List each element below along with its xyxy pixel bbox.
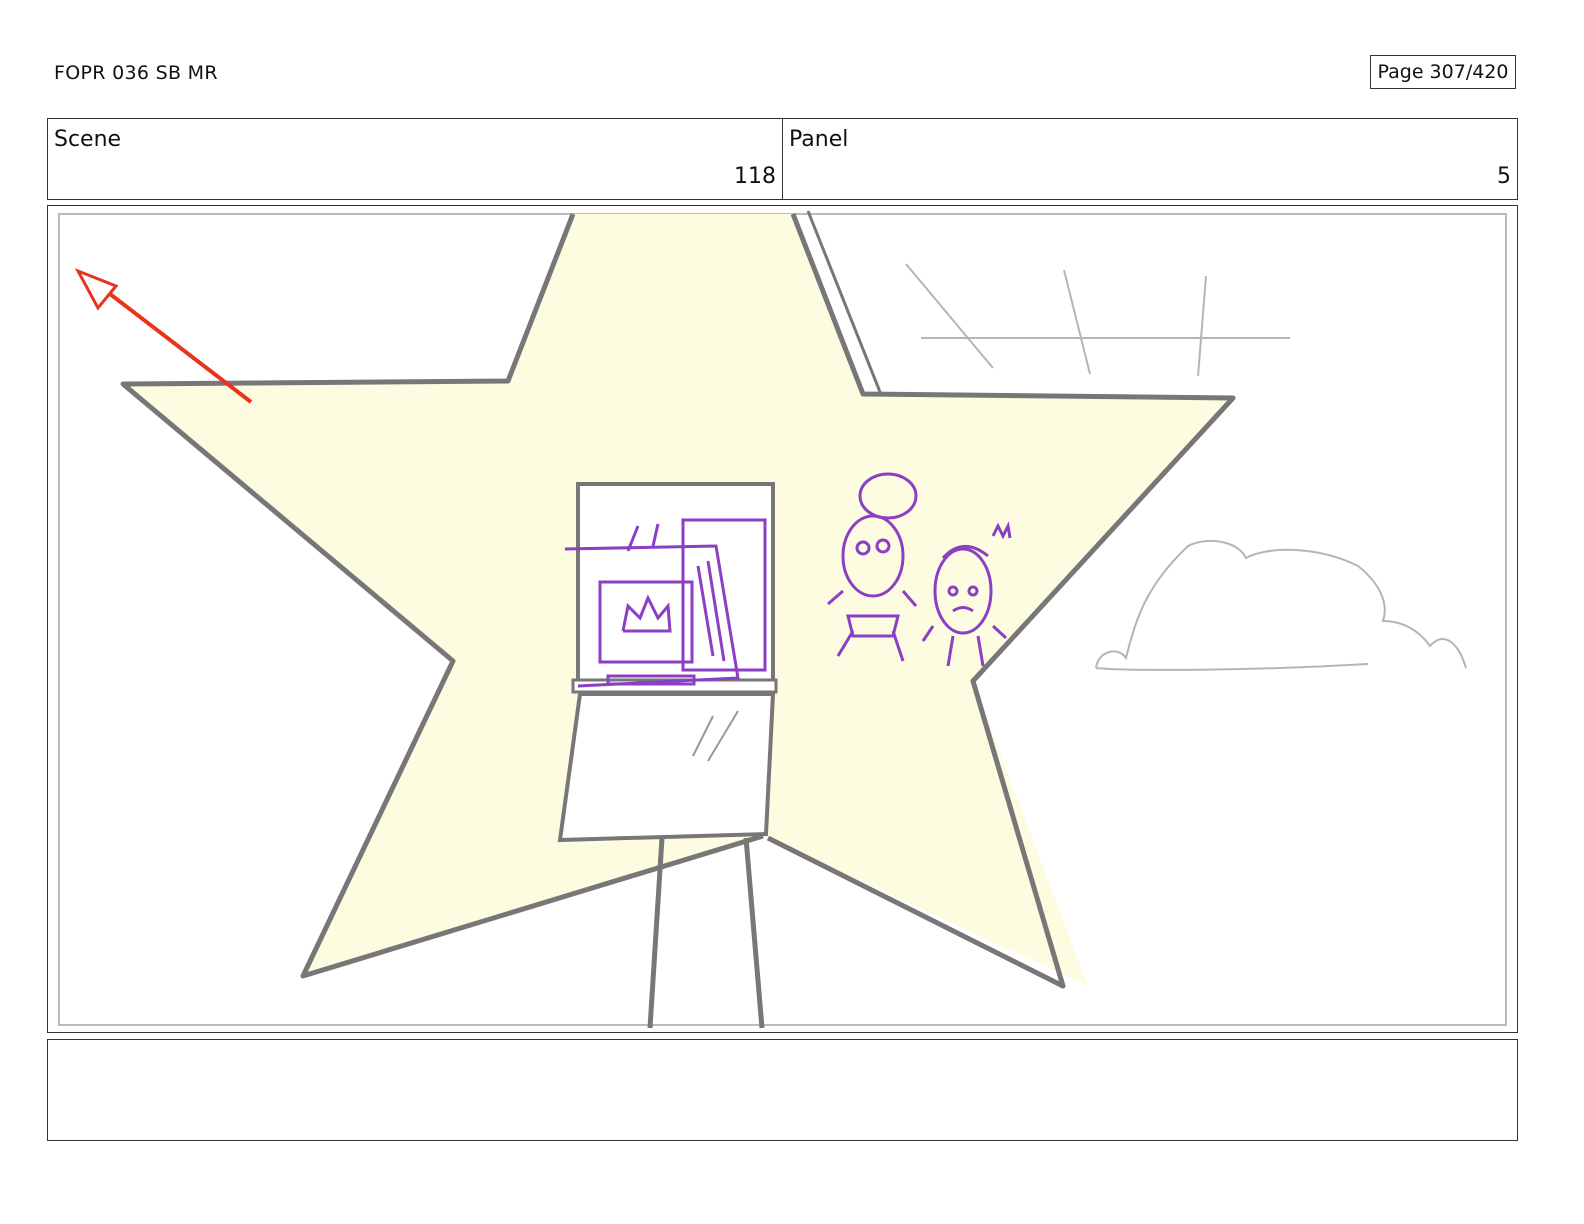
storyboard-drawing xyxy=(58,210,1507,1029)
panel-cell: Panel 5 xyxy=(783,119,1517,199)
cloud-sketch xyxy=(1095,539,1467,671)
document-title: FOPR 036 SB MR xyxy=(54,62,218,84)
storyboard-panel xyxy=(47,205,1518,1033)
scene-label: Scene xyxy=(54,127,122,152)
sky-sketch-lines xyxy=(905,263,1290,377)
scene-cell: Scene 118 xyxy=(48,119,783,199)
page-number-box: Page 307/420 xyxy=(1370,55,1516,89)
podium-base xyxy=(557,692,776,843)
scene-number: 118 xyxy=(734,164,776,189)
panel-number: 5 xyxy=(1497,164,1511,189)
panel-label: Panel xyxy=(789,127,849,152)
scene-panel-info-row: Scene 118 Panel 5 xyxy=(47,118,1518,200)
page-number: Page 307/420 xyxy=(1377,61,1509,83)
notes-box xyxy=(47,1039,1518,1141)
